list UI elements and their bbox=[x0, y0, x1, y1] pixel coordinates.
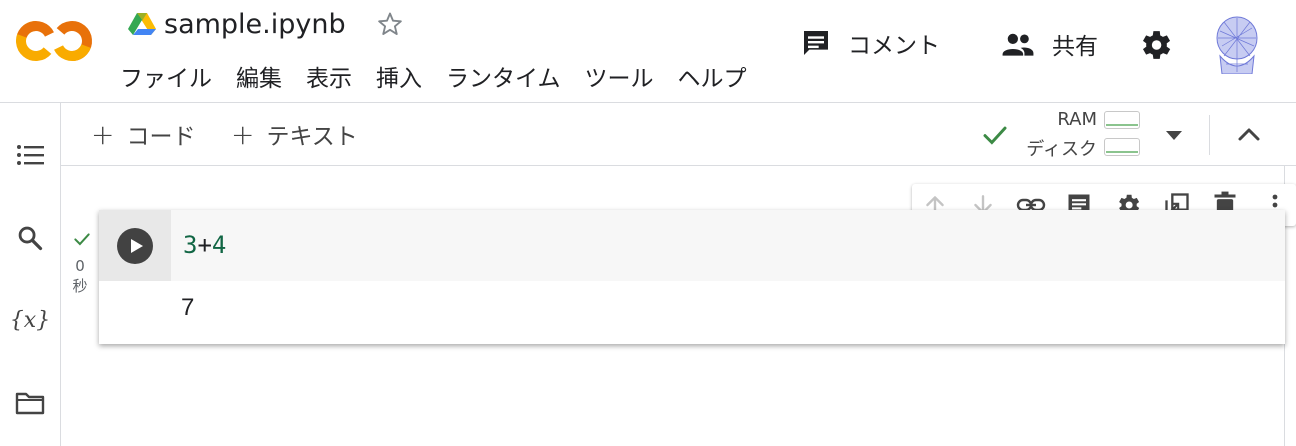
star-icon[interactable] bbox=[376, 10, 404, 38]
add-text-button[interactable]: + テキスト bbox=[231, 117, 358, 151]
ram-label: RAM bbox=[1057, 109, 1097, 130]
plus-icon: + bbox=[231, 117, 255, 151]
cell-gutter bbox=[99, 210, 171, 281]
menu-tools[interactable]: ツール bbox=[585, 59, 654, 93]
code-operand-left: 3 bbox=[183, 231, 198, 259]
disk-label: ディスク bbox=[1026, 139, 1097, 160]
executed-check-icon bbox=[74, 233, 90, 246]
add-text-label: テキスト bbox=[266, 124, 358, 150]
notebook-title[interactable]: sample.ipynb bbox=[164, 9, 346, 40]
collapse-icon[interactable] bbox=[1235, 123, 1263, 147]
connected-check-icon bbox=[983, 126, 1007, 145]
plus-icon: + bbox=[91, 117, 115, 151]
toolbar-divider bbox=[1209, 115, 1210, 155]
menu-file[interactable]: ファイル bbox=[120, 59, 212, 93]
comment-label: コメント bbox=[848, 33, 940, 59]
menu-bar: ファイル 編集 表示 挿入 ランタイム ツール ヘルプ bbox=[120, 58, 772, 94]
folder-icon[interactable] bbox=[14, 387, 46, 419]
left-sidebar: {x} bbox=[0, 103, 61, 446]
execution-time: 0 秒 bbox=[66, 256, 94, 296]
header: sample.ipynb ファイル 編集 表示 挿入 ランタイム ツール ヘルプ… bbox=[0, 0, 1296, 103]
code-editor[interactable]: 3+4 bbox=[171, 210, 1285, 281]
cell-output: 7 bbox=[181, 294, 195, 321]
add-code-label: コード bbox=[126, 124, 196, 150]
menu-help[interactable]: ヘルプ bbox=[678, 59, 747, 93]
code-operand-right: 4 bbox=[211, 231, 227, 259]
comment-icon bbox=[804, 31, 828, 55]
variables-icon[interactable]: {x} bbox=[10, 304, 50, 336]
code-operator: + bbox=[197, 231, 212, 259]
search-icon[interactable] bbox=[14, 222, 46, 254]
share-label: 共有 bbox=[1052, 34, 1098, 60]
run-cell-button[interactable] bbox=[117, 228, 153, 264]
people-icon bbox=[1002, 33, 1034, 56]
menu-view[interactable]: 表示 bbox=[306, 59, 352, 93]
chevron-down-icon[interactable] bbox=[1166, 131, 1182, 140]
drive-icon[interactable] bbox=[128, 12, 156, 36]
menu-insert[interactable]: 挿入 bbox=[376, 59, 422, 93]
menu-edit[interactable]: 編集 bbox=[236, 59, 282, 93]
colab-logo[interactable] bbox=[16, 18, 94, 64]
gear-icon[interactable] bbox=[1136, 26, 1174, 64]
notebook-toolbar: + コード + テキスト RAM ディスク bbox=[61, 103, 1296, 166]
menu-runtime[interactable]: ランタイム bbox=[446, 59, 561, 93]
toc-icon[interactable] bbox=[14, 139, 46, 171]
execution-time-value: 0 bbox=[75, 257, 85, 275]
avatar[interactable] bbox=[1212, 16, 1262, 74]
disk-meter[interactable] bbox=[1104, 138, 1140, 156]
ram-meter[interactable] bbox=[1104, 111, 1140, 129]
execution-time-unit: 秒 bbox=[72, 277, 88, 295]
code-cell[interactable]: 3+4 7 bbox=[99, 210, 1285, 344]
add-code-button[interactable]: + コード bbox=[91, 117, 195, 151]
comment-button[interactable]: コメント bbox=[800, 26, 940, 60]
share-button[interactable]: 共有 bbox=[1000, 27, 1098, 61]
